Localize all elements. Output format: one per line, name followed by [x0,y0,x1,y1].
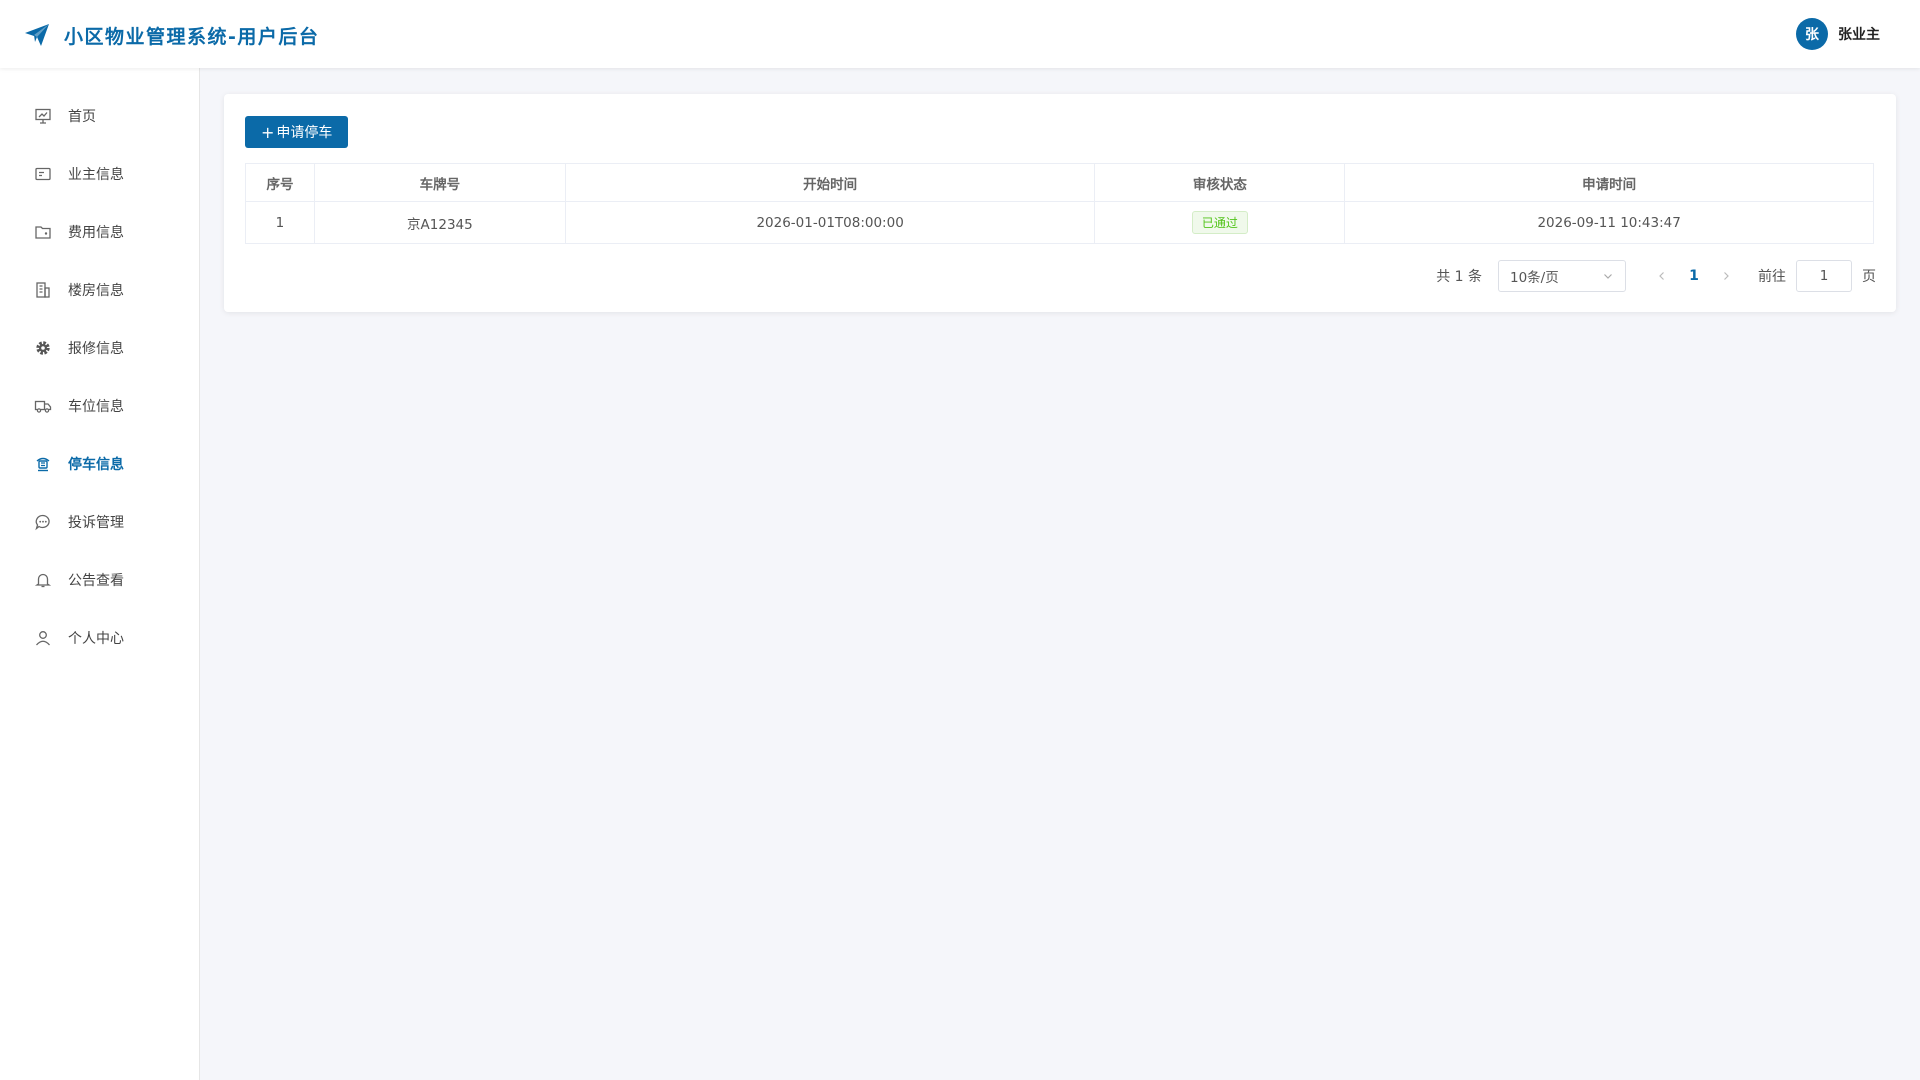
sidebar: 首页 业主信息 费用信息 楼房信息 报修信息 车位信息 停车信息 投诉管理 公告… [0,68,200,1080]
sidebar-item-profile[interactable]: 个人中心 [0,609,199,667]
chevron-down-icon [1602,270,1614,282]
sidebar-item-building-info[interactable]: 楼房信息 [0,261,199,319]
cell-plate: 京A12345 [313,201,566,244]
apply-parking-label: 申请停车 [276,125,333,141]
presentation-icon [34,107,52,125]
column-header-apply-time: 申请时间 [1344,163,1874,202]
truck-icon [34,397,52,415]
sidebar-item-announcements[interactable]: 公告查看 [0,551,199,609]
chevron-right-icon[interactable] [1716,260,1736,292]
sidebar-item-home[interactable]: 首页 [0,87,199,145]
total-count: 共 1 条 [1436,269,1482,285]
top-header: 小区物业管理系统-用户后台 张 张业主 [0,0,1920,68]
gear-icon [34,339,52,357]
building-icon [34,281,52,299]
cell-start-time: 2026-01-01T08:00:00 [564,201,1096,244]
cell-apply-time: 2026-09-11 10:43:47 [1344,201,1874,244]
status-badge: 已通过 [1191,211,1248,234]
page-unit-label: 页 [1862,269,1876,285]
sidebar-item-owner-info[interactable]: 业主信息 [0,145,199,203]
plus-icon: + [261,122,275,142]
user-name[interactable]: 张业主 [1838,24,1880,44]
goto-label: 前往 [1758,269,1786,285]
column-header-status: 审核状态 [1094,163,1346,202]
page-number-current[interactable]: 1 [1672,268,1716,284]
app-title: 小区物业管理系统-用户后台 [64,26,320,48]
sidebar-item-label: 业主信息 [68,167,124,183]
pagination: 共 1 条 10条/页 1 前往 页 [1436,260,1876,292]
page-size-select[interactable]: 10条/页 [1498,260,1626,292]
column-header-start-time: 开始时间 [564,163,1096,202]
table-row[interactable]: 1 京A12345 2026-01-01T08:00:00 已通过 2026-0… [245,201,1874,244]
sidebar-item-fee-info[interactable]: 费用信息 [0,203,199,261]
page-size-value: 10条/页 [1510,270,1559,286]
sidebar-item-label: 楼房信息 [68,283,124,299]
sidebar-item-label: 个人中心 [68,631,124,647]
sidebar-item-parking-info[interactable]: 停车信息 [0,435,199,493]
chevron-left-icon[interactable] [1652,260,1672,292]
goto-page-input[interactable] [1796,260,1852,292]
user-menu[interactable]: 张 张业主 [1796,18,1880,50]
id-card-icon [34,165,52,183]
sidebar-item-label: 停车信息 [68,457,124,473]
column-header-index: 序号 [245,163,315,202]
avatar[interactable]: 张 [1796,18,1828,50]
sidebar-item-label: 车位信息 [68,399,124,415]
chat-bubble-icon [34,513,52,531]
column-header-plate: 车牌号 [313,163,566,202]
sidebar-item-repair-info[interactable]: 报修信息 [0,319,199,377]
sidebar-item-label: 投诉管理 [68,515,124,531]
sidebar-item-label: 费用信息 [68,225,124,241]
folder-icon [34,223,52,241]
sidebar-item-complaints[interactable]: 投诉管理 [0,493,199,551]
user-icon [34,629,52,647]
cell-status: 已通过 [1094,201,1346,244]
table-header-row: 序号 车牌号 开始时间 审核状态 申请时间 [245,163,1874,202]
paper-plane-icon [24,22,50,48]
parking-list-card: + 申请停车 序号 车牌号 开始时间 审核状态 申请时间 1 京A12345 2… [224,94,1896,312]
sidebar-item-label: 报修信息 [68,341,124,357]
apply-parking-button[interactable]: + 申请停车 [245,116,349,148]
bell-icon [34,571,52,589]
sidebar-item-label: 公告查看 [68,573,124,589]
sidebar-item-parking-space-info[interactable]: 车位信息 [0,377,199,435]
parking-icon [34,455,52,473]
parking-table: 序号 车牌号 开始时间 审核状态 申请时间 1 京A12345 2026-01-… [245,163,1874,244]
cell-index: 1 [245,201,315,244]
sidebar-item-label: 首页 [68,109,96,125]
